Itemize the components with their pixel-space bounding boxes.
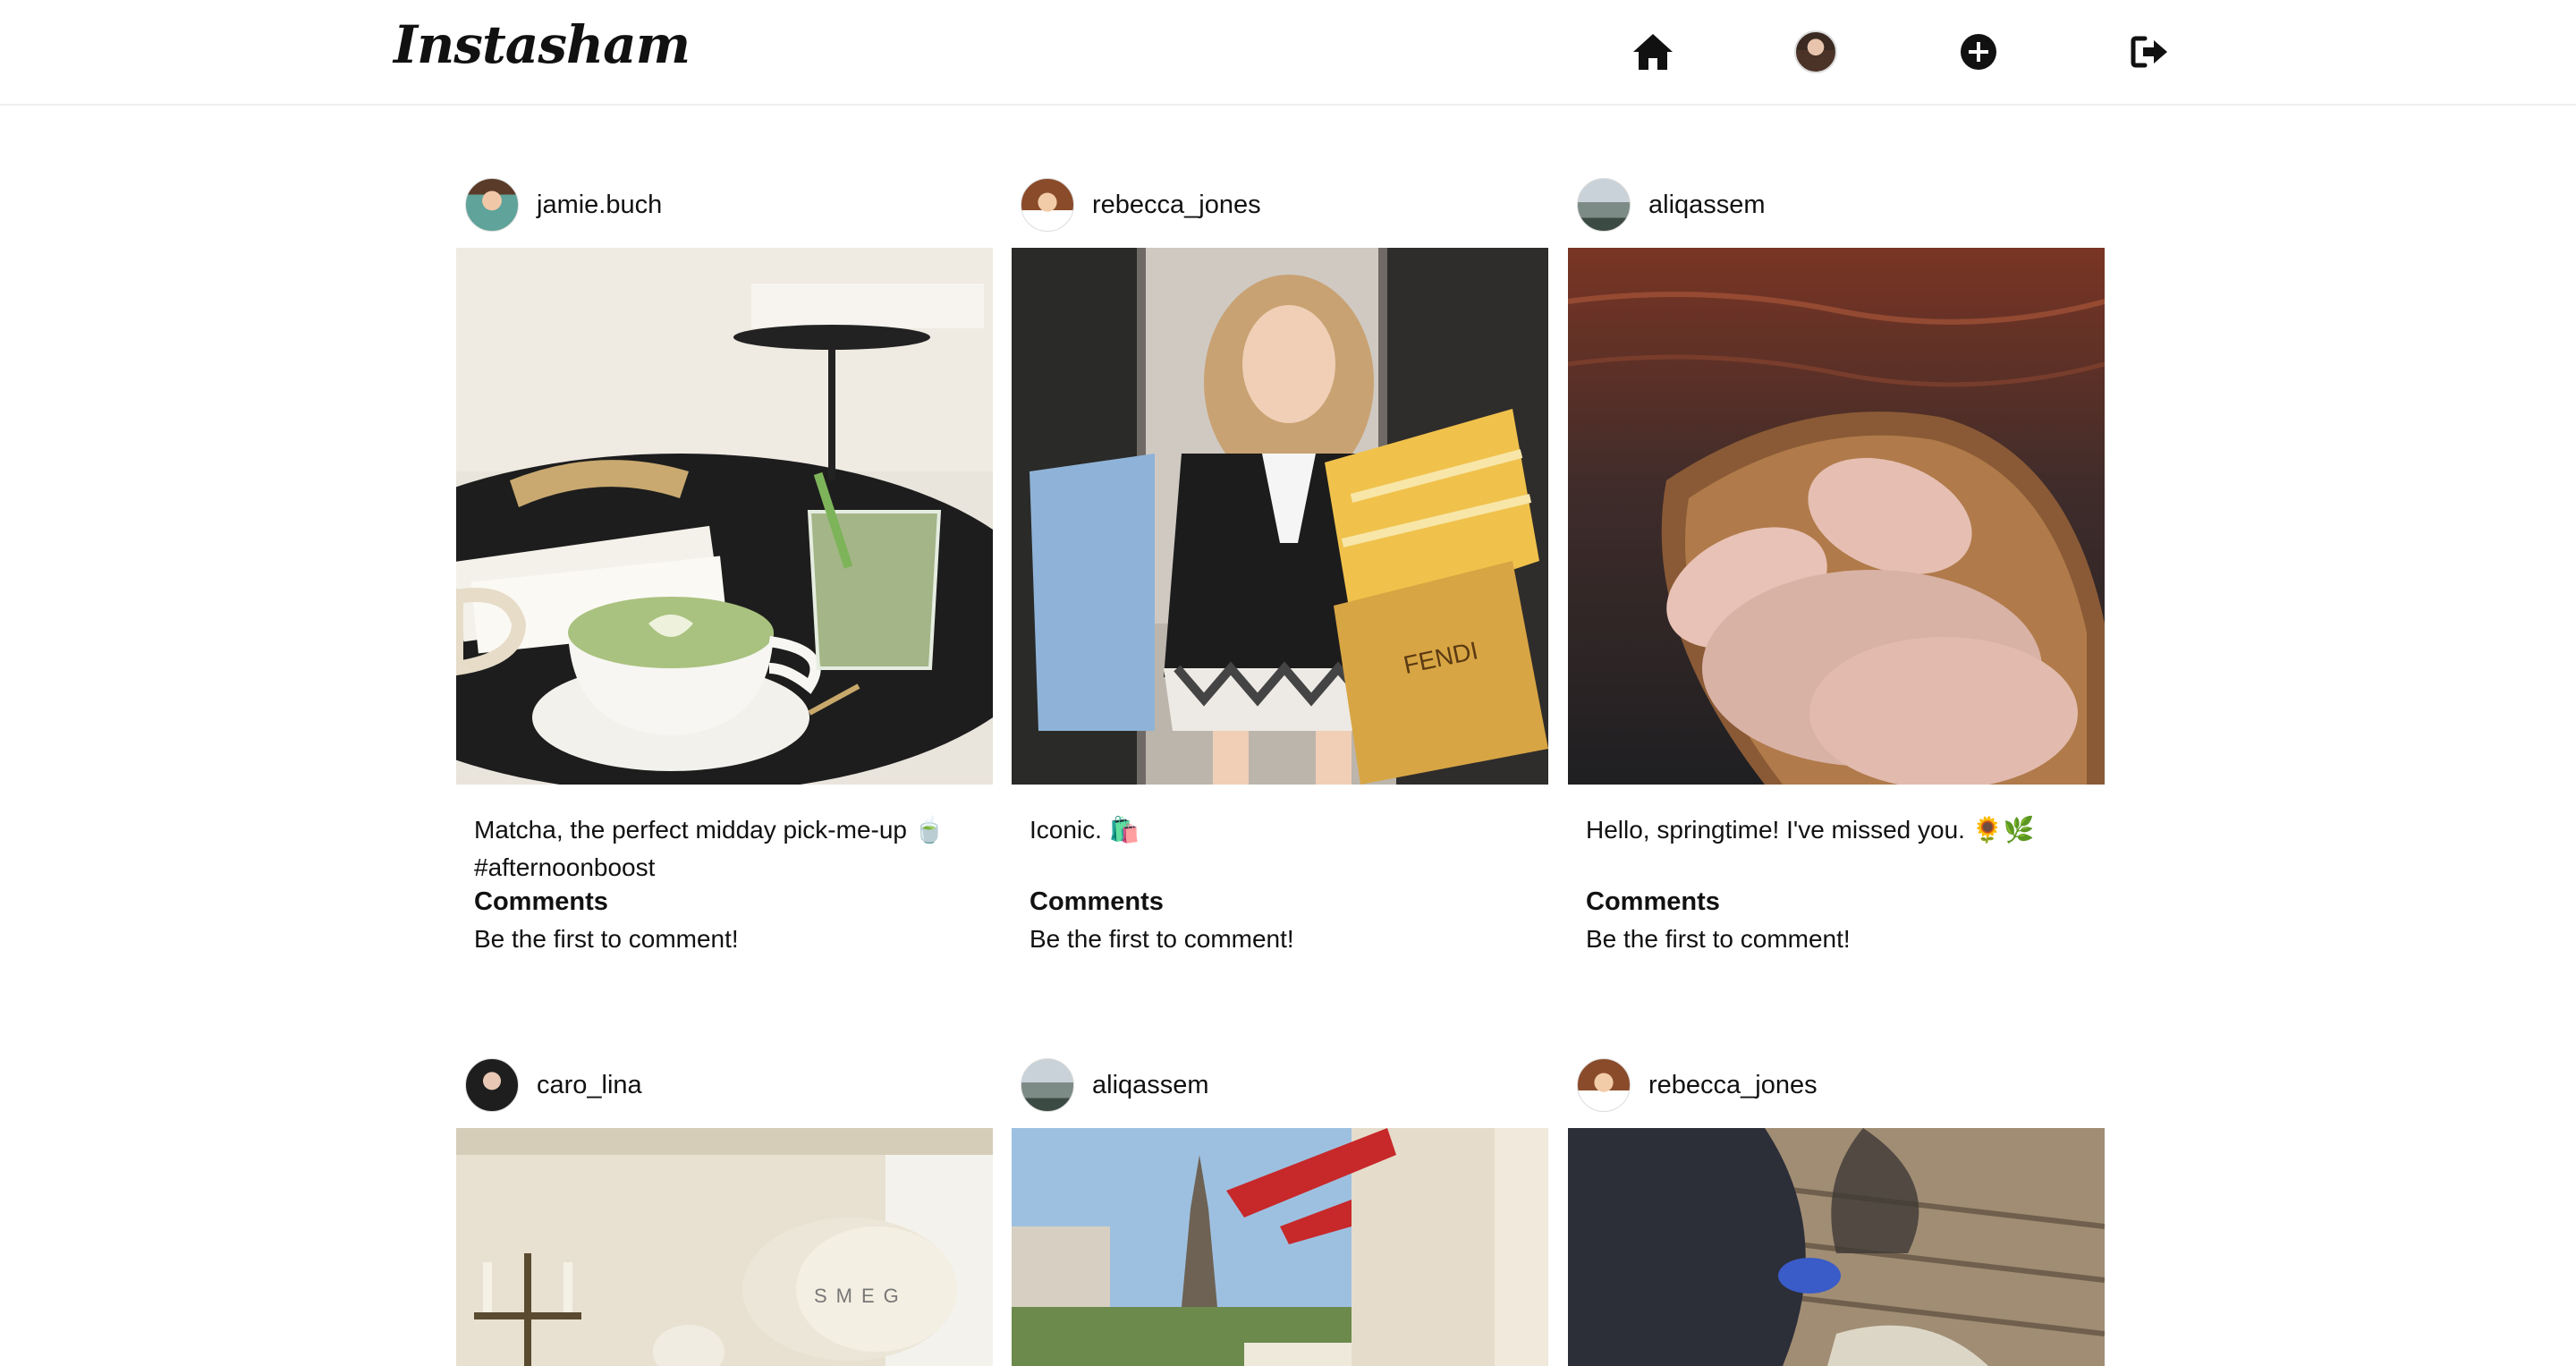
username-link[interactable]: jamie.buch bbox=[537, 191, 662, 220]
comments-heading: Comments bbox=[1586, 887, 1720, 916]
post-caption: Hello, springtime! I've missed you. 🌻🌿 bbox=[1586, 816, 2035, 844]
post-caption: Iconic. 🛍️ bbox=[1030, 816, 1140, 844]
post-header: rebecca_jones bbox=[1021, 176, 1548, 233]
logout-icon[interactable] bbox=[2125, 27, 2175, 77]
comments-empty-text: Be the first to comment! bbox=[1586, 925, 1851, 953]
profile-avatar-button[interactable] bbox=[1791, 27, 1841, 77]
comments-heading: Comments bbox=[474, 887, 608, 916]
comments-empty-text: Be the first to comment! bbox=[1030, 925, 1294, 953]
post-photo[interactable] bbox=[1012, 1128, 1548, 1366]
avatar[interactable] bbox=[465, 1058, 519, 1112]
post-photo[interactable] bbox=[1568, 1128, 2105, 1366]
post-photo[interactable]: FENDI bbox=[1012, 248, 1548, 785]
svg-text:SMEG: SMEG bbox=[814, 1285, 908, 1307]
app-logo[interactable]: Instasham bbox=[394, 14, 691, 75]
comments-heading: Comments bbox=[1030, 887, 1164, 916]
post-photo[interactable] bbox=[456, 248, 993, 785]
username-link[interactable]: rebecca_jones bbox=[1092, 191, 1261, 220]
username-link[interactable]: rebecca_jones bbox=[1648, 1071, 1818, 1100]
top-navigation-bar: Instasham bbox=[0, 0, 2576, 106]
post-header: aliqassem bbox=[1577, 176, 2105, 233]
home-icon[interactable] bbox=[1628, 27, 1678, 77]
avatar[interactable] bbox=[1021, 178, 1074, 232]
add-post-icon[interactable] bbox=[1953, 27, 2004, 77]
post-header: caro_lina bbox=[465, 1056, 993, 1114]
avatar bbox=[1794, 30, 1837, 73]
username-link[interactable]: aliqassem bbox=[1092, 1071, 1209, 1100]
post-header: rebecca_jones bbox=[1577, 1056, 2105, 1114]
username-link[interactable]: aliqassem bbox=[1648, 191, 1766, 220]
avatar[interactable] bbox=[1021, 1058, 1074, 1112]
avatar[interactable] bbox=[465, 178, 519, 232]
avatar[interactable] bbox=[1577, 1058, 1631, 1112]
post-photo[interactable]: SMEG bbox=[456, 1128, 993, 1366]
username-link[interactable]: caro_lina bbox=[537, 1071, 642, 1100]
post-header: jamie.buch bbox=[465, 176, 993, 233]
comments-empty-text: Be the first to comment! bbox=[474, 925, 739, 953]
post-caption: Matcha, the perfect midday pick-me-up 🍵 … bbox=[474, 816, 945, 881]
avatar[interactable] bbox=[1577, 178, 1631, 232]
post-photo[interactable] bbox=[1568, 248, 2105, 785]
post-header: aliqassem bbox=[1021, 1056, 1548, 1114]
